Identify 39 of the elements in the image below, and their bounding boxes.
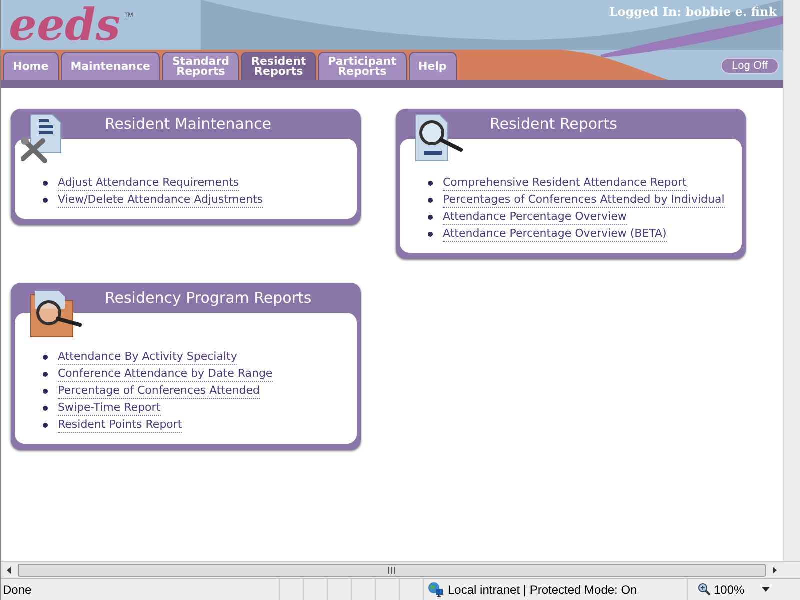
report-link[interactable]: View/Delete Attendance Adjustments: [58, 193, 264, 208]
zoom-level[interactable]: 100%: [714, 580, 745, 598]
grip-icon: [388, 566, 396, 574]
report-link[interactable]: Resident Points Report: [58, 418, 182, 433]
bullet-icon: [428, 198, 433, 203]
nav-tab[interactable]: Resident Reports: [241, 52, 316, 80]
document-magnifier-icon: [414, 113, 466, 163]
caret-icon[interactable]: [762, 587, 770, 592]
horizontal-scrollbar[interactable]: [1, 561, 800, 578]
report-link[interactable]: Comprehensive Resident Attendance Report: [443, 176, 687, 191]
bullet-icon: [43, 389, 48, 394]
bullet-icon: [43, 355, 48, 360]
report-link[interactable]: Attendance Percentage Overview: [443, 210, 627, 225]
scroll-thumb[interactable]: [18, 564, 766, 576]
globe-monitor-icon: [428, 582, 444, 598]
status-text: Done: [2, 582, 33, 598]
report-link[interactable]: Percentages of Conferences Attended by Individual: [443, 193, 725, 208]
panel-title: Resident Reports: [490, 114, 618, 135]
logo: eeds: [9, 4, 121, 48]
report-link[interactable]: Swipe-Time Report: [58, 401, 161, 416]
report-link[interactable]: Attendance By Activity Specialty: [58, 350, 238, 365]
report-link[interactable]: Attendance Percentage Overview (BETA): [443, 227, 667, 242]
report-link[interactable]: Conference Attendance by Date Range: [58, 367, 273, 382]
security-zone: Local intranet | Protected Mode: On: [448, 582, 638, 598]
logged-in-user: Logged In: bobbie e. fink: [609, 4, 777, 21]
bullet-icon: [43, 406, 48, 411]
report-link[interactable]: Adjust Attendance Requirements: [58, 176, 240, 191]
bullet-icon: [428, 181, 433, 186]
bullet-icon: [428, 215, 433, 220]
bullet-icon: [428, 232, 433, 237]
zoom-icon: [698, 583, 711, 596]
bullet-icon: [43, 423, 48, 428]
bullet-icon: [43, 181, 48, 186]
vertical-scrollbar[interactable]: [783, 0, 800, 561]
report-link[interactable]: Percentage of Conferences Attended: [58, 384, 260, 399]
bullet-icon: [43, 198, 48, 203]
panel-title: Residency Program Reports: [105, 288, 312, 309]
bullet-icon: [43, 372, 48, 377]
panel-title: Resident Maintenance: [105, 114, 272, 135]
